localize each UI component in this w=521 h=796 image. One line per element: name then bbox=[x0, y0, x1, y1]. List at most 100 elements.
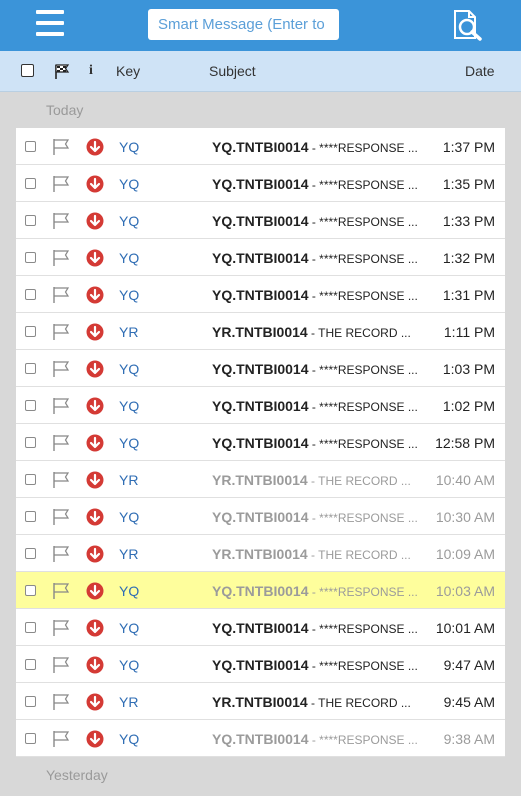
message-row[interactable]: YQ YQ.TNTBI0014 - ****RESPONSE ... 1:35 PM bbox=[16, 165, 505, 202]
message-row[interactable]: YQ YQ.TNTBI0014 - ****RESPONSE ... 1:31 PM bbox=[16, 276, 505, 313]
flag-icon[interactable] bbox=[52, 397, 70, 414]
message-subject-text: - ****RESPONSE ... bbox=[308, 141, 418, 155]
message-key: YQ bbox=[119, 731, 140, 747]
message-subject-id: YQ.TNTBI0014 bbox=[212, 657, 309, 673]
down-arrow-icon bbox=[86, 471, 104, 489]
message-subject: YR.TNTBI0014 - THE RECORD ... bbox=[212, 472, 427, 488]
down-arrow-icon bbox=[86, 434, 104, 452]
message-subject: YQ.TNTBI0014 - ****RESPONSE ... bbox=[212, 509, 427, 525]
message-subject-id: YR.TNTBI0014 bbox=[212, 546, 308, 562]
message-key: YQ bbox=[119, 213, 140, 229]
down-arrow-icon bbox=[86, 249, 104, 267]
message-subject-text: - ****RESPONSE ... bbox=[308, 437, 418, 451]
down-arrow-icon bbox=[86, 582, 104, 600]
message-subject: YQ.TNTBI0014 - ****RESPONSE ... bbox=[212, 361, 427, 377]
date-column-header[interactable]: Date bbox=[465, 63, 495, 79]
message-key: YQ bbox=[119, 509, 140, 525]
info-column-header[interactable]: i bbox=[89, 63, 93, 79]
message-row[interactable]: YQ YQ.TNTBI0014 - ****RESPONSE ... 1:32 PM bbox=[16, 239, 505, 276]
message-subject-id: YR.TNTBI0014 bbox=[212, 324, 308, 340]
message-date: 1:02 PM bbox=[442, 398, 495, 414]
message-date: 1:32 PM bbox=[442, 250, 495, 266]
message-date: 1:37 PM bbox=[442, 139, 495, 155]
message-date: 9:45 AM bbox=[443, 694, 495, 710]
flag-icon[interactable] bbox=[52, 360, 70, 377]
flag-icon[interactable] bbox=[52, 471, 70, 488]
message-checkbox[interactable] bbox=[25, 659, 36, 670]
message-subject: YQ.TNTBI0014 - ****RESPONSE ... bbox=[212, 139, 427, 155]
flag-column-icon[interactable] bbox=[54, 64, 70, 79]
message-row[interactable]: YQ YQ.TNTBI0014 - ****RESPONSE ... 1:33 PM bbox=[16, 202, 505, 239]
message-row[interactable]: YR YR.TNTBI0014 - THE RECORD ... 9:45 AM bbox=[16, 683, 505, 720]
message-checkbox[interactable] bbox=[25, 215, 36, 226]
flag-icon[interactable] bbox=[52, 508, 70, 525]
message-subject: YQ.TNTBI0014 - ****RESPONSE ... bbox=[212, 398, 427, 414]
message-row[interactable]: YQ YQ.TNTBI0014 - ****RESPONSE ... 9:38 AM bbox=[16, 720, 505, 757]
message-subject-text: - ****RESPONSE ... bbox=[308, 289, 418, 303]
message-checkbox[interactable] bbox=[25, 585, 36, 596]
flag-icon[interactable] bbox=[52, 212, 70, 229]
message-checkbox[interactable] bbox=[25, 622, 36, 633]
message-row[interactable]: YR YR.TNTBI0014 - THE RECORD ... 10:09 AM bbox=[16, 535, 505, 572]
message-row[interactable]: YQ YQ.TNTBI0014 - ****RESPONSE ... 9:47 AM bbox=[16, 646, 505, 683]
message-row[interactable]: YR YR.TNTBI0014 - THE RECORD ... 10:40 AM bbox=[16, 461, 505, 498]
message-subject-id: YQ.TNTBI0014 bbox=[212, 213, 309, 229]
message-checkbox[interactable] bbox=[25, 141, 36, 152]
select-all-checkbox[interactable] bbox=[21, 64, 34, 77]
message-row[interactable]: YQ YQ.TNTBI0014 - ****RESPONSE ... 1:37 PM bbox=[16, 128, 505, 165]
message-subject-text: - ****RESPONSE ... bbox=[308, 400, 418, 414]
message-subject-id: YQ.TNTBI0014 bbox=[212, 620, 309, 636]
message-checkbox[interactable] bbox=[25, 437, 36, 448]
message-checkbox[interactable] bbox=[25, 289, 36, 300]
flag-icon[interactable] bbox=[52, 619, 70, 636]
message-key: YQ bbox=[119, 398, 140, 414]
message-checkbox[interactable] bbox=[25, 363, 36, 374]
key-column-header[interactable]: Key bbox=[116, 63, 140, 79]
flag-icon[interactable] bbox=[52, 434, 70, 451]
message-row[interactable]: YQ YQ.TNTBI0014 - ****RESPONSE ... 12:58 P… bbox=[16, 424, 505, 461]
flag-icon[interactable] bbox=[52, 286, 70, 303]
message-row[interactable]: YQ YQ.TNTBI0014 - ****RESPONSE ... 10:03 A… bbox=[16, 572, 505, 609]
message-row[interactable]: YQ YQ.TNTBI0014 - ****RESPONSE ... 10:01 A… bbox=[16, 609, 505, 646]
flag-icon[interactable] bbox=[52, 249, 70, 266]
message-row[interactable]: YQ YQ.TNTBI0014 - ****RESPONSE ... 10:30 A… bbox=[16, 498, 505, 535]
search-messages-icon[interactable] bbox=[449, 8, 485, 42]
message-checkbox[interactable] bbox=[25, 252, 36, 263]
flag-icon[interactable] bbox=[52, 175, 70, 192]
flag-icon[interactable] bbox=[52, 730, 70, 747]
message-subject-id: YQ.TNTBI0014 bbox=[212, 731, 309, 747]
smart-message-search-input[interactable] bbox=[148, 9, 339, 40]
down-arrow-icon bbox=[86, 212, 104, 230]
flag-icon[interactable] bbox=[52, 138, 70, 155]
message-checkbox[interactable] bbox=[25, 696, 36, 707]
message-row[interactable]: YQ YQ.TNTBI0014 - ****RESPONSE ... 1:03 PM bbox=[16, 350, 505, 387]
message-checkbox[interactable] bbox=[25, 400, 36, 411]
message-checkbox[interactable] bbox=[25, 548, 36, 559]
menu-icon[interactable] bbox=[36, 10, 64, 36]
column-header-bar: i Key Subject Date bbox=[0, 51, 521, 92]
message-row[interactable]: YQ YQ.TNTBI0014 - ****RESPONSE ... 1:02 PM bbox=[16, 387, 505, 424]
message-date: 12:58 PM bbox=[435, 435, 495, 451]
flag-icon[interactable] bbox=[52, 545, 70, 562]
flag-icon[interactable] bbox=[52, 323, 70, 340]
subject-column-header[interactable]: Subject bbox=[209, 63, 256, 79]
message-checkbox[interactable] bbox=[25, 474, 36, 485]
message-checkbox[interactable] bbox=[25, 178, 36, 189]
message-row[interactable]: YR YR.TNTBI0014 - THE RECORD ... 1:11 PM bbox=[16, 313, 505, 350]
down-arrow-icon bbox=[86, 360, 104, 378]
flag-icon[interactable] bbox=[52, 693, 70, 710]
message-checkbox[interactable] bbox=[25, 733, 36, 744]
message-date: 1:33 PM bbox=[442, 213, 495, 229]
message-checkbox[interactable] bbox=[25, 326, 36, 337]
message-subject-text: - ****RESPONSE ... bbox=[308, 622, 418, 636]
section-header-today: Today bbox=[46, 102, 84, 118]
message-checkbox[interactable] bbox=[25, 511, 36, 522]
flag-icon[interactable] bbox=[52, 582, 70, 599]
message-subject: YR.TNTBI0014 - THE RECORD ... bbox=[212, 546, 427, 562]
message-key: YQ bbox=[119, 287, 140, 303]
message-key: YQ bbox=[119, 250, 140, 266]
message-subject: YQ.TNTBI0014 - ****RESPONSE ... bbox=[212, 657, 427, 673]
message-key: YQ bbox=[119, 176, 140, 192]
flag-icon[interactable] bbox=[52, 656, 70, 673]
message-date: 1:11 PM bbox=[443, 324, 495, 340]
